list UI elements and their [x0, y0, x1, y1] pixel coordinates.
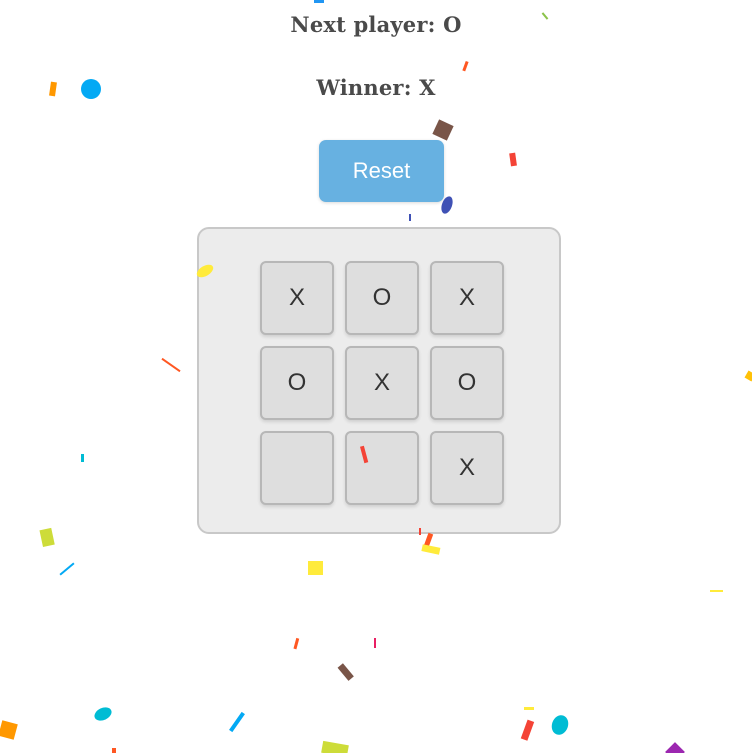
- board-cell-1[interactable]: X: [260, 261, 334, 335]
- confetti-piece: [308, 561, 323, 575]
- board-cell-2[interactable]: O: [345, 261, 419, 335]
- confetti-piece: [423, 532, 434, 548]
- confetti-piece: [161, 357, 181, 373]
- confetti-piece: [520, 719, 535, 741]
- confetti-piece: [0, 720, 18, 740]
- board-container: X O X O X O X: [197, 227, 561, 534]
- board-cell-6[interactable]: O: [430, 346, 504, 420]
- confetti-piece: [293, 637, 300, 650]
- board-cell-3[interactable]: X: [430, 261, 504, 335]
- confetti-piece: [551, 715, 569, 735]
- board-cell-7[interactable]: [260, 431, 334, 505]
- confetti-piece: [229, 711, 245, 733]
- confetti-piece: [509, 152, 517, 167]
- confetti-piece: [314, 0, 324, 3]
- confetti-piece: [710, 590, 723, 592]
- winner-status: Winner: X: [316, 75, 436, 100]
- confetti-piece: [744, 370, 752, 382]
- confetti-piece: [421, 544, 441, 555]
- board-cell-8[interactable]: [345, 431, 419, 505]
- reset-button[interactable]: Reset: [319, 140, 444, 202]
- confetti-piece: [39, 527, 55, 548]
- confetti-piece: [337, 663, 354, 681]
- game-board: X O X O X O X: [260, 261, 504, 505]
- confetti-piece: [112, 748, 116, 753]
- confetti-piece: [94, 707, 112, 721]
- confetti-piece: [524, 707, 534, 710]
- confetti-piece: [665, 742, 685, 753]
- next-player-status: Next player: O: [290, 12, 462, 37]
- board-cell-9[interactable]: X: [430, 431, 504, 505]
- confetti-piece: [432, 119, 454, 141]
- confetti-piece: [59, 562, 75, 576]
- board-cell-4[interactable]: O: [260, 346, 334, 420]
- board-cell-5[interactable]: X: [345, 346, 419, 420]
- confetti-piece: [462, 60, 469, 72]
- confetti-piece: [409, 214, 411, 221]
- confetti-piece: [81, 454, 84, 462]
- confetti-piece: [374, 638, 376, 648]
- confetti-piece: [321, 740, 349, 753]
